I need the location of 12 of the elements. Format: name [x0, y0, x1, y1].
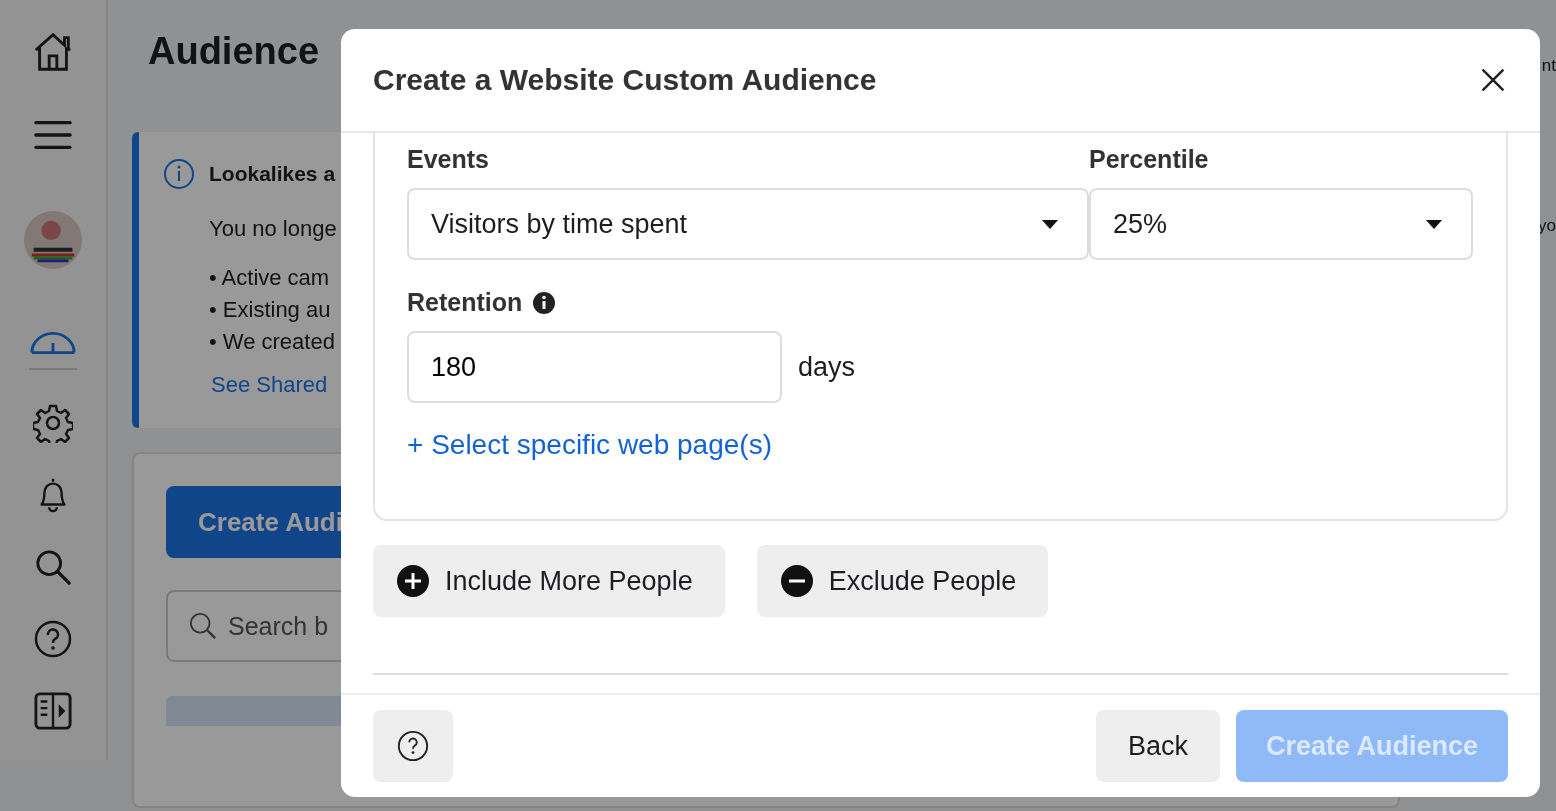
bullet-item: • We created — [209, 329, 335, 354]
bullet-item: • Existing au — [209, 297, 331, 322]
dialog-title: Create a Website Custom Audience — [373, 63, 877, 97]
page-title: Audience — [148, 30, 321, 73]
field-label: Percentile — [1089, 145, 1210, 174]
notice-text: You no longe — [209, 216, 337, 242]
unit-label: days — [798, 351, 856, 383]
field-label: Events — [407, 145, 490, 174]
header-text: nt — [1541, 56, 1556, 76]
notice-title: Lookalikes a — [209, 162, 336, 186]
bullet-item: • Active cam — [209, 265, 330, 290]
field-label: Retention — [407, 288, 523, 317]
